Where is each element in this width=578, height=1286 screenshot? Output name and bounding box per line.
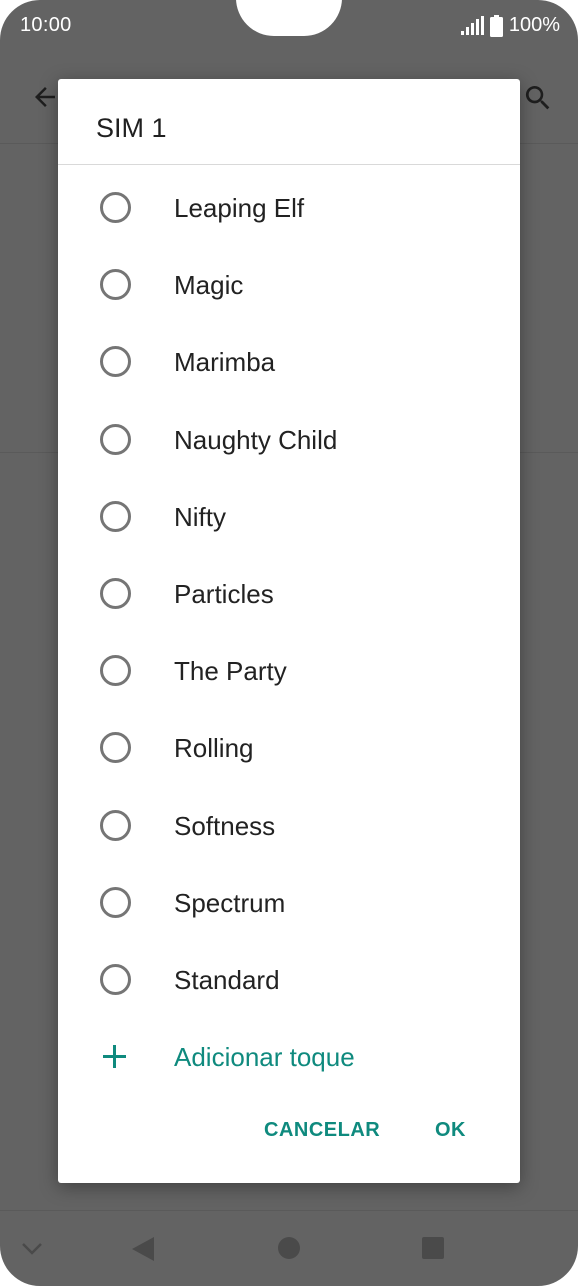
navigation-bar [0, 1210, 578, 1286]
radio-button-icon[interactable] [100, 732, 131, 764]
ringtone-option[interactable]: Nifty [58, 478, 520, 555]
radio-button-icon[interactable] [100, 963, 131, 995]
ringtone-option-label: Rolling [174, 733, 254, 764]
ringtone-option-label: Magic [174, 270, 244, 301]
radio-button-icon[interactable] [100, 346, 131, 378]
battery-icon [489, 14, 503, 37]
radio-button-icon[interactable] [100, 886, 131, 918]
ringtone-option[interactable]: Magic [58, 246, 520, 323]
add-ringtone-row[interactable]: Adicionar toque [58, 1017, 520, 1095]
ringtone-option[interactable]: Marimba [58, 323, 520, 400]
ringtone-option-label: Spectrum [174, 887, 286, 918]
ringtone-option[interactable]: The Party [58, 632, 520, 709]
ringtone-option-label: Standard [174, 964, 280, 995]
circle-home-icon[interactable] [277, 1236, 301, 1260]
ringtone-option-label: Marimba [174, 347, 276, 378]
status-time: 10:00 [20, 14, 72, 36]
radio-button-icon[interactable] [100, 269, 131, 301]
ringtone-option-label: Nifty [174, 501, 226, 532]
status-bar: 10:00 100% [0, 0, 578, 54]
ok-button[interactable]: OK [435, 1119, 466, 1142]
radio-button-icon[interactable] [100, 500, 131, 532]
ringtone-dialog: SIM 1 Leaping Elf Magic Marimba Naughty … [58, 79, 520, 1183]
ringtone-option[interactable]: Leaping Elf [58, 169, 520, 246]
ringtone-option-label: Particles [174, 578, 274, 609]
radio-button-icon[interactable] [100, 655, 131, 687]
ringtone-option[interactable]: Particles [58, 555, 520, 632]
radio-button-icon[interactable] [100, 192, 131, 223]
ringtone-option-label: Leaping Elf [174, 193, 305, 223]
radio-button-icon[interactable] [100, 423, 131, 455]
plus-icon [100, 1042, 130, 1072]
ringtone-option-label: The Party [174, 656, 287, 687]
cancel-button[interactable]: CANCELAR [264, 1119, 380, 1142]
signal-icon [460, 15, 484, 35]
radio-button-icon[interactable] [100, 809, 131, 841]
triangle-back-icon[interactable] [130, 1235, 156, 1263]
ringtone-option[interactable]: Spectrum [58, 864, 520, 941]
ringtone-option-label: Naughty Child [174, 424, 338, 455]
ringtone-option[interactable]: Naughty Child [58, 401, 520, 478]
ringtone-options-list: Leaping Elf Magic Marimba Naughty Child … [58, 169, 520, 1018]
add-ringtone-label: Adicionar toque [174, 1042, 355, 1072]
ringtone-option[interactable]: Rolling [58, 709, 520, 786]
square-recents-icon[interactable] [421, 1236, 445, 1260]
dialog-title: SIM 1 [96, 113, 167, 143]
phone-screen: 10:00 100% SIM 1 Leaping Elf Magic Marim… [0, 0, 578, 1286]
radio-button-icon[interactable] [100, 577, 131, 609]
search-icon[interactable] [522, 82, 554, 114]
ringtone-option-label: Softness [174, 810, 276, 841]
battery-percentage: 100% [508, 14, 560, 36]
status-icons: 100% [460, 14, 560, 37]
chevron-down-icon[interactable] [20, 1241, 44, 1257]
ringtone-option[interactable]: Standard [58, 941, 520, 1018]
dialog-header: SIM 1 [58, 79, 520, 165]
arrow-left-icon[interactable] [30, 82, 60, 112]
ringtone-option[interactable]: Softness [58, 787, 520, 864]
